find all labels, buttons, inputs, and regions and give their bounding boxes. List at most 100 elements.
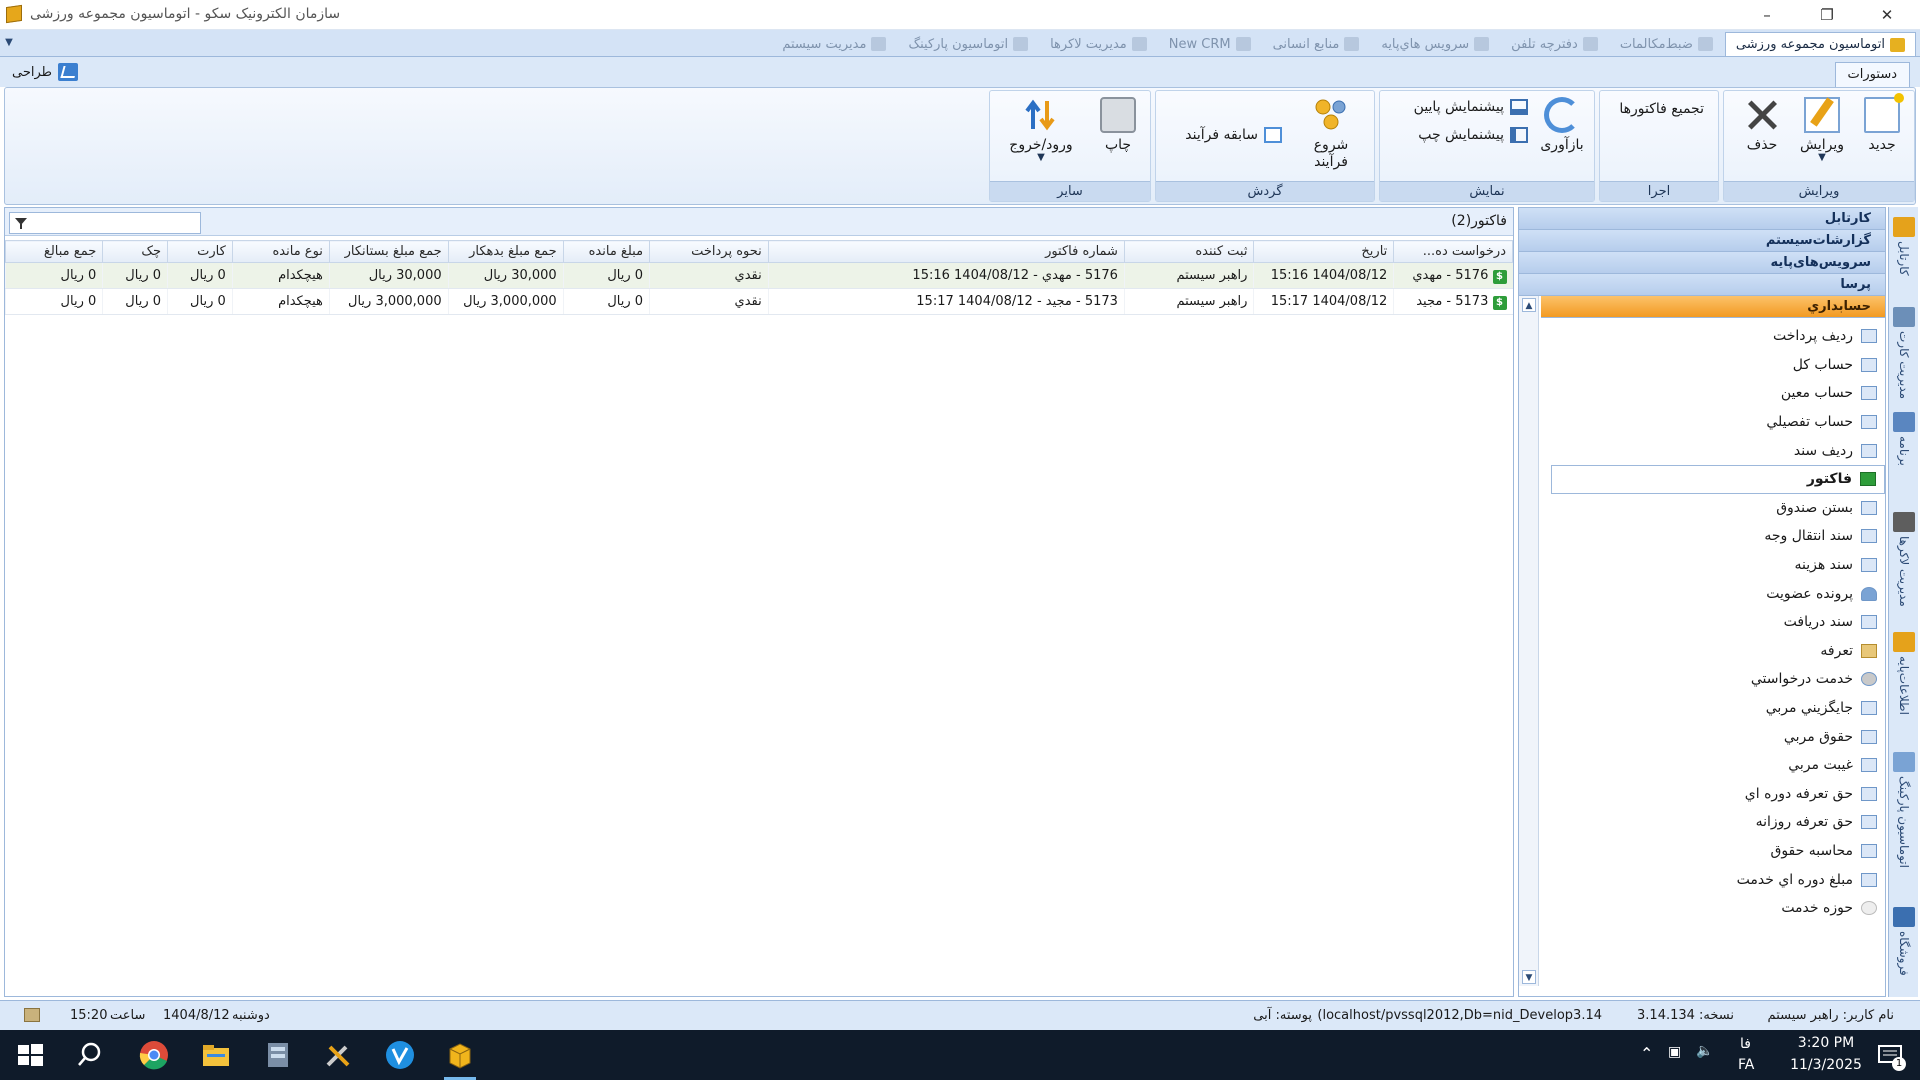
table-cell[interactable]: 0 ريال (102, 288, 168, 315)
sko-app-taskbar-icon[interactable] (444, 1039, 476, 1080)
sidebar-scrollbar[interactable]: ▲ ▼ (1519, 296, 1539, 986)
table-row[interactable]: $ 5173 - مجید 1404/08/12 15:17 راهبر سیستم… (4, 288, 1513, 315)
sidebar-item[interactable]: حق تعرفه روزانه (1541, 808, 1885, 837)
print-button[interactable]: چاپ (1090, 95, 1146, 153)
edit-dropdown-icon[interactable]: ▼ (1794, 153, 1850, 163)
table-cell[interactable]: 0 ريال (167, 288, 233, 315)
table-cell[interactable]: 5173 - مجید - 1404/08/12 15:17 (767, 288, 1125, 315)
refresh-button[interactable]: بازآوری (1534, 95, 1590, 153)
filter-input[interactable] (34, 214, 194, 232)
v-app-icon[interactable] (384, 1039, 416, 1071)
tab-module[interactable]: ضبط‌مکالمات (1610, 32, 1723, 56)
table-cell[interactable]: 0 ريال (102, 262, 168, 289)
sidebar-item[interactable]: حوزه خدمت (1541, 894, 1885, 923)
column-header[interactable]: جمع مبلغ بستانکار (328, 240, 449, 263)
tabs-dropdown-icon[interactable]: ▼ (0, 34, 18, 52)
file-explorer-icon[interactable] (200, 1039, 232, 1071)
sidebar-item[interactable]: رديف پرداخت (1541, 322, 1885, 351)
table-cell[interactable]: $ 5176 - مهدي (1393, 262, 1513, 289)
filter-icon[interactable] (14, 216, 28, 230)
vertical-tab[interactable]: اتوماسیون پارکینگ (1889, 752, 1919, 868)
sidebar-item[interactable]: مبلغ دوره اي خدمت (1541, 865, 1885, 894)
process-history-button[interactable]: سابقه فرآیند (1185, 127, 1282, 143)
sidebar-item[interactable]: سند دريافت (1541, 608, 1885, 637)
table-cell[interactable]: 5176 - مهدي - 1404/08/12 15:16 (767, 262, 1125, 289)
scroll-down-icon[interactable]: ▼ (1522, 970, 1536, 984)
search-icon[interactable] (74, 1039, 106, 1071)
sidebar-section[interactable]: پرسا (1519, 274, 1885, 296)
scroll-up-icon[interactable]: ▲ (1522, 298, 1536, 312)
tab-module[interactable]: مدیریت سیستم (772, 32, 896, 56)
table-cell[interactable]: 30,000 ريال (328, 262, 449, 289)
sidebar-section[interactable]: سرویس‌های‌پایه (1519, 252, 1885, 274)
volume-tray-icon[interactable]: 🔈 (1696, 1043, 1713, 1059)
maximize-button[interactable]: ❐ (1804, 0, 1850, 30)
tab-module[interactable]: منابع انسانی (1263, 32, 1370, 56)
vertical-tab[interactable]: برنامه (1889, 412, 1919, 466)
sidebar-item[interactable]: حق تعرفه دوره اي (1541, 780, 1885, 809)
chrome-icon[interactable] (138, 1039, 170, 1071)
column-header[interactable]: نحوه پرداخت (649, 240, 769, 263)
table-cell[interactable]: هیچکدام (231, 262, 330, 289)
tools-icon[interactable] (322, 1039, 354, 1071)
table-cell[interactable]: 30,000 ريال (447, 262, 564, 289)
edit-button[interactable]: ویرایش ▼ (1794, 95, 1850, 163)
column-header[interactable]: تاریخ (1253, 240, 1395, 263)
vertical-tab[interactable]: کارتابل (1889, 217, 1919, 276)
sidebar-item[interactable]: غيبت مربي (1541, 751, 1885, 780)
clock-date[interactable]: 11/3/2025 (1784, 1057, 1868, 1073)
vertical-tab[interactable]: مدیریت لاکرها (1889, 512, 1919, 607)
filter-box[interactable] (9, 212, 201, 234)
start-process-button[interactable]: شروع فرآیند (1300, 95, 1362, 171)
sidebar-item[interactable]: سند هزينه (1541, 551, 1885, 580)
table-cell[interactable]: 0 ريال (4, 262, 103, 289)
table-cell[interactable]: 3,000,000 ريال (328, 288, 449, 315)
sidebar-item[interactable]: سند انتقال وجه (1541, 522, 1885, 551)
table-cell[interactable]: راهبر سیستم (1123, 262, 1254, 289)
new-button[interactable]: جدید (1854, 93, 1910, 153)
vertical-tab[interactable]: اطلاعات‌پایه (1889, 632, 1919, 715)
tab-module[interactable]: سرویس هاي‌پایه (1371, 32, 1499, 56)
close-button[interactable]: ✕ (1864, 0, 1910, 30)
table-cell[interactable]: 1404/08/12 15:17 (1253, 288, 1394, 315)
sidebar-item[interactable]: فاکتور (1551, 464, 1885, 494)
tray-show-hidden-icon[interactable]: ⌃ (1640, 1044, 1653, 1063)
sidebar-section[interactable]: کارتابل (1519, 208, 1885, 230)
tab-module[interactable]: مدیریت لاکرها (1040, 32, 1157, 56)
column-header[interactable]: کارت (167, 240, 233, 263)
tab-module[interactable]: اتوماسیون پارکینگ (898, 32, 1038, 56)
design-button[interactable]: طراحی (12, 63, 79, 81)
vertical-tab[interactable]: فروشگاه (1889, 907, 1919, 976)
vertical-tab[interactable]: مدیریت کارت (1889, 307, 1919, 399)
notifications-icon[interactable]: 1 (1874, 1039, 1906, 1071)
network-app-icon[interactable] (262, 1039, 294, 1071)
column-header[interactable]: ثبت کننده (1123, 240, 1255, 263)
sidebar-section[interactable]: گزارشات‌سیستم (1519, 230, 1885, 252)
section-accounting[interactable]: حسابداري (1541, 296, 1885, 318)
sidebar-item[interactable]: حقوق مربي (1541, 722, 1885, 751)
tab-module[interactable]: New CRM (1159, 32, 1261, 56)
sidebar-item[interactable]: خدمت درخواستي (1541, 665, 1885, 694)
windows-start-icon[interactable] (14, 1039, 46, 1071)
sidebar-item[interactable]: تعرفه (1541, 637, 1885, 666)
delete-button[interactable]: حذف (1734, 95, 1790, 153)
table-cell[interactable]: 0 ريال (562, 262, 650, 289)
tab-module[interactable]: دفترچه تلفن (1501, 32, 1608, 56)
language-native[interactable]: فا (1740, 1036, 1751, 1052)
sidebar-item[interactable]: حساب تفصيلي (1541, 408, 1885, 437)
table-cell[interactable]: هیچکدام (231, 288, 330, 315)
language-indicator[interactable]: FA (1738, 1057, 1754, 1073)
table-cell[interactable]: 1404/08/12 15:16 (1253, 262, 1394, 289)
table-cell[interactable]: 0 ريال (4, 288, 103, 315)
table-cell[interactable]: $ 5173 - مجید (1393, 288, 1513, 315)
tab-commands[interactable]: دستورات (1834, 62, 1910, 87)
column-header[interactable]: مبلغ مانده (562, 240, 651, 263)
sidebar-item[interactable]: جايگزيني مربي (1541, 694, 1885, 723)
inout-button[interactable]: ورود/خروج ▼ (996, 95, 1086, 163)
table-cell[interactable]: نقدي (649, 288, 769, 315)
column-header[interactable]: جمع مبلغ بدهکار (447, 240, 564, 263)
clock-time[interactable]: 3:20 PM (1784, 1035, 1868, 1051)
column-header[interactable]: چک (102, 240, 169, 263)
preview-bottom-button[interactable]: پیشنمایش پایین (1414, 99, 1528, 115)
column-header[interactable]: جمع مبالغ (4, 240, 104, 263)
